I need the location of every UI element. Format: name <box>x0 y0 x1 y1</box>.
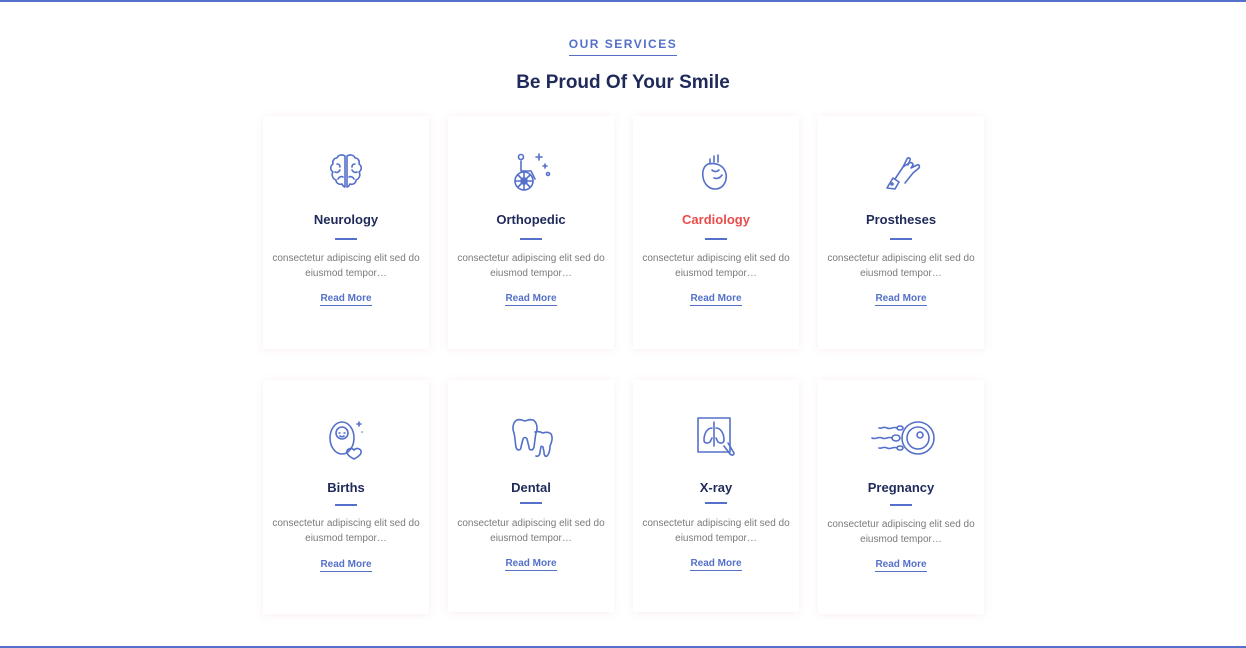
read-more-link[interactable]: Read More <box>633 293 799 306</box>
service-description: consectetur adipiscing elit sed do eiusm… <box>457 518 605 544</box>
read-more-label[interactable]: Read More <box>875 293 927 306</box>
title-divider <box>890 504 912 506</box>
read-more-link[interactable]: Read More <box>818 559 984 572</box>
service-title: Cardiology <box>682 212 750 227</box>
service-card-dental[interactable]: Dental consectetur adipiscing elit sed d… <box>448 380 614 612</box>
read-more-label[interactable]: Read More <box>320 293 372 306</box>
prosthetic-hand-icon <box>818 150 984 194</box>
service-title: Dental <box>511 480 551 495</box>
title-divider <box>705 238 727 240</box>
baby-icon <box>263 416 429 460</box>
read-more-link[interactable]: Read More <box>263 293 429 306</box>
title-divider <box>705 502 727 504</box>
read-more-label[interactable]: Read More <box>505 558 557 571</box>
section-eyebrow: OUR SERVICES <box>0 37 1246 56</box>
service-description: consectetur adipiscing elit sed do eiusm… <box>827 253 975 279</box>
read-more-label[interactable]: Read More <box>505 293 557 306</box>
read-more-link[interactable]: Read More <box>818 293 984 306</box>
service-card-cardiology[interactable]: Cardiology consectetur adipiscing elit s… <box>633 116 799 349</box>
brain-icon <box>263 150 429 194</box>
service-card-neurology[interactable]: Neurology consectetur adipiscing elit se… <box>263 116 429 349</box>
service-card-prostheses[interactable]: Prostheses consectetur adipiscing elit s… <box>818 116 984 349</box>
service-title: Prostheses <box>865 212 937 227</box>
read-more-label[interactable]: Read More <box>320 559 372 572</box>
read-more-link[interactable]: Read More <box>448 293 614 306</box>
service-description: consectetur adipiscing elit sed do eiusm… <box>827 519 975 545</box>
title-divider <box>335 238 357 240</box>
title-divider <box>890 238 912 240</box>
section-heading: Be Proud Of Your Smile <box>516 72 730 93</box>
service-title: X-ray <box>699 480 733 495</box>
service-card-xray[interactable]: X-ray consectetur adipiscing elit sed do… <box>633 380 799 612</box>
read-more-label[interactable]: Read More <box>690 293 742 306</box>
service-description: consectetur adipiscing elit sed do eiusm… <box>457 253 605 279</box>
read-more-label[interactable]: Read More <box>875 559 927 572</box>
section-eyebrow-text: OUR SERVICES <box>568 37 678 56</box>
read-more-link[interactable]: Read More <box>448 558 614 571</box>
read-more-label[interactable]: Read More <box>690 558 742 571</box>
service-title: Orthopedic <box>496 212 566 227</box>
heart-icon <box>633 150 799 194</box>
tooth-icon <box>448 416 614 460</box>
sperm-egg-icon <box>818 416 984 460</box>
service-title: Births <box>327 480 365 495</box>
top-border <box>0 0 1246 2</box>
service-description: consectetur adipiscing elit sed do eiusm… <box>642 518 790 544</box>
service-description: consectetur adipiscing elit sed do eiusm… <box>272 253 420 279</box>
service-card-births[interactable]: Births consectetur adipiscing elit sed d… <box>263 380 429 614</box>
title-divider <box>520 502 542 504</box>
read-more-link[interactable]: Read More <box>263 559 429 572</box>
service-description: consectetur adipiscing elit sed do eiusm… <box>272 518 420 544</box>
service-title: Neurology <box>313 212 379 227</box>
service-card-pregnancy[interactable]: Pregnancy consectetur adipiscing elit se… <box>818 380 984 614</box>
title-divider <box>520 238 542 240</box>
read-more-link[interactable]: Read More <box>633 558 799 571</box>
wheelchair-icon <box>448 150 614 194</box>
service-description: consectetur adipiscing elit sed do eiusm… <box>642 253 790 279</box>
xray-icon <box>633 416 799 460</box>
title-divider <box>335 504 357 506</box>
service-card-orthopedic[interactable]: Orthopedic consectetur adipiscing elit s… <box>448 116 614 349</box>
service-title: Pregnancy <box>867 480 935 495</box>
